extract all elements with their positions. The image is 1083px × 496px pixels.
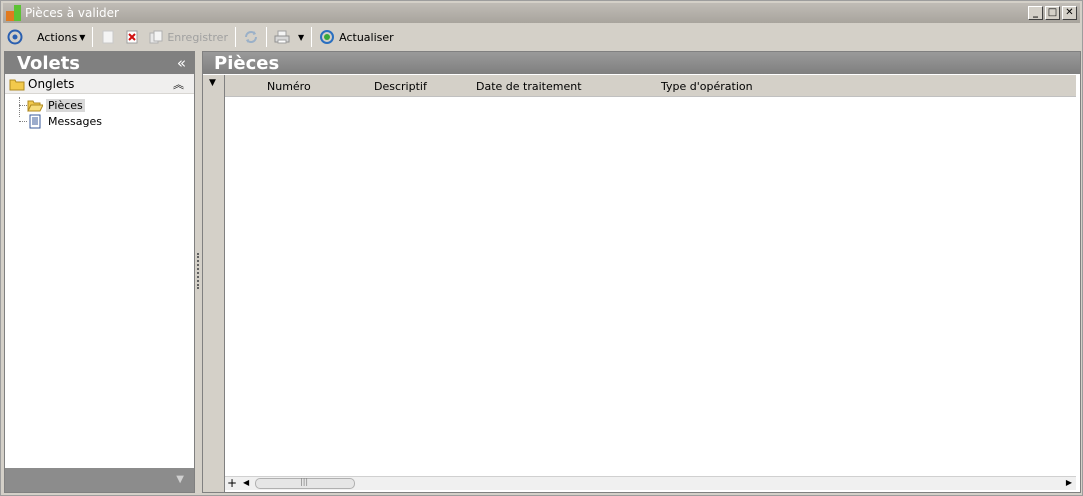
- open-folder-icon: [27, 97, 43, 113]
- maximize-button[interactable]: □: [1045, 6, 1060, 20]
- target-button[interactable]: [3, 26, 27, 48]
- navigation-tree: Pièces Messages: [5, 94, 194, 129]
- chevron-down-icon[interactable]: ▼: [298, 33, 304, 42]
- app-logo-icon: [6, 5, 22, 21]
- tree-item-label: Pièces: [46, 98, 85, 112]
- toolbar-separator: [311, 27, 313, 47]
- collapse-section-icon[interactable]: ︽: [173, 76, 184, 92]
- content-pane: Pièces ▼ Numéro Descriptif Date de trait…: [202, 51, 1081, 493]
- toolbar-separator: [265, 27, 267, 47]
- column-header-type[interactable]: Type d'opération: [661, 80, 753, 93]
- scroll-left-icon[interactable]: ◀: [243, 478, 249, 487]
- data-grid[interactable]: ▼ Numéro Descriptif Date de traitement T…: [203, 75, 1080, 492]
- save-button[interactable]: Enregistrer: [144, 26, 232, 48]
- collapse-pane-button[interactable]: «: [177, 54, 186, 72]
- close-button[interactable]: ✕: [1062, 6, 1077, 20]
- actions-label: Actions: [37, 30, 78, 44]
- column-chooser-icon[interactable]: ▼: [209, 78, 216, 88]
- document-icon: [27, 113, 43, 129]
- tree-line: [19, 105, 27, 106]
- target-icon: [7, 29, 23, 45]
- scroll-right-icon[interactable]: ▶: [1066, 478, 1072, 487]
- scrollbar-thumb[interactable]: [255, 477, 355, 489]
- refresh-label: Actualiser: [339, 30, 394, 44]
- column-header-descriptif[interactable]: Descriptif: [374, 80, 427, 93]
- new-button[interactable]: [96, 26, 120, 48]
- column-header-date[interactable]: Date de traitement: [476, 80, 582, 93]
- folder-icon: [9, 76, 25, 92]
- navigation-pane: Volets « Onglets ︽ Pièces Messages ▼: [4, 51, 195, 493]
- copy-icon: [148, 29, 164, 45]
- tree-item-pieces[interactable]: Pièces: [5, 97, 194, 113]
- refresh-button[interactable]: Actualiser: [315, 26, 398, 48]
- tree-item-messages[interactable]: Messages: [5, 113, 194, 129]
- grid-header-row: Numéro Descriptif Date de traitement Typ…: [225, 75, 1076, 97]
- toolbar-separator: [92, 27, 94, 47]
- content-pane-header: Pièces: [203, 52, 1080, 74]
- sync-icon: [243, 29, 259, 45]
- add-row-icon[interactable]: +: [227, 477, 237, 490]
- print-button[interactable]: ▼: [270, 26, 308, 48]
- tree-item-label: Messages: [48, 114, 102, 128]
- pane-title: Volets: [17, 52, 81, 74]
- chevron-down-icon[interactable]: ▼: [176, 474, 184, 485]
- navigation-pane-footer[interactable]: ▼: [5, 468, 194, 492]
- chevron-down-icon: ▼: [79, 32, 86, 42]
- splitter-handle[interactable]: [197, 253, 199, 289]
- tabs-section-header[interactable]: Onglets ︽: [5, 74, 194, 94]
- window-controls: _ □ ✕: [1028, 6, 1077, 20]
- app-window: Pièces à valider _ □ ✕ Actions ▼ Enregis…: [0, 0, 1083, 496]
- refresh-icon: [319, 29, 335, 45]
- print-icon: [274, 29, 290, 45]
- content-title: Pièces: [214, 52, 280, 74]
- sync-button[interactable]: [239, 26, 263, 48]
- save-label: Enregistrer: [167, 30, 228, 44]
- column-header-numero[interactable]: Numéro: [267, 80, 311, 93]
- navigation-pane-header: Volets «: [5, 52, 194, 74]
- toolbar-separator: [234, 27, 236, 47]
- delete-button[interactable]: [120, 26, 144, 48]
- actions-menu-button[interactable]: Actions ▼: [27, 26, 89, 48]
- toolbar: Actions ▼ Enregistrer ▼ Actualiser: [3, 25, 1080, 49]
- section-label: Onglets: [28, 76, 75, 91]
- new-document-icon: [100, 29, 116, 45]
- title-bar[interactable]: Pièces à valider _ □ ✕: [3, 3, 1080, 23]
- delete-icon: [124, 29, 140, 45]
- tree-line: [19, 121, 27, 122]
- window-title: Pièces à valider: [25, 6, 119, 20]
- minimize-button[interactable]: _: [1028, 6, 1043, 20]
- row-selector-column: ▼: [203, 75, 225, 492]
- horizontal-scrollbar[interactable]: + ◀ ▶: [225, 476, 1076, 490]
